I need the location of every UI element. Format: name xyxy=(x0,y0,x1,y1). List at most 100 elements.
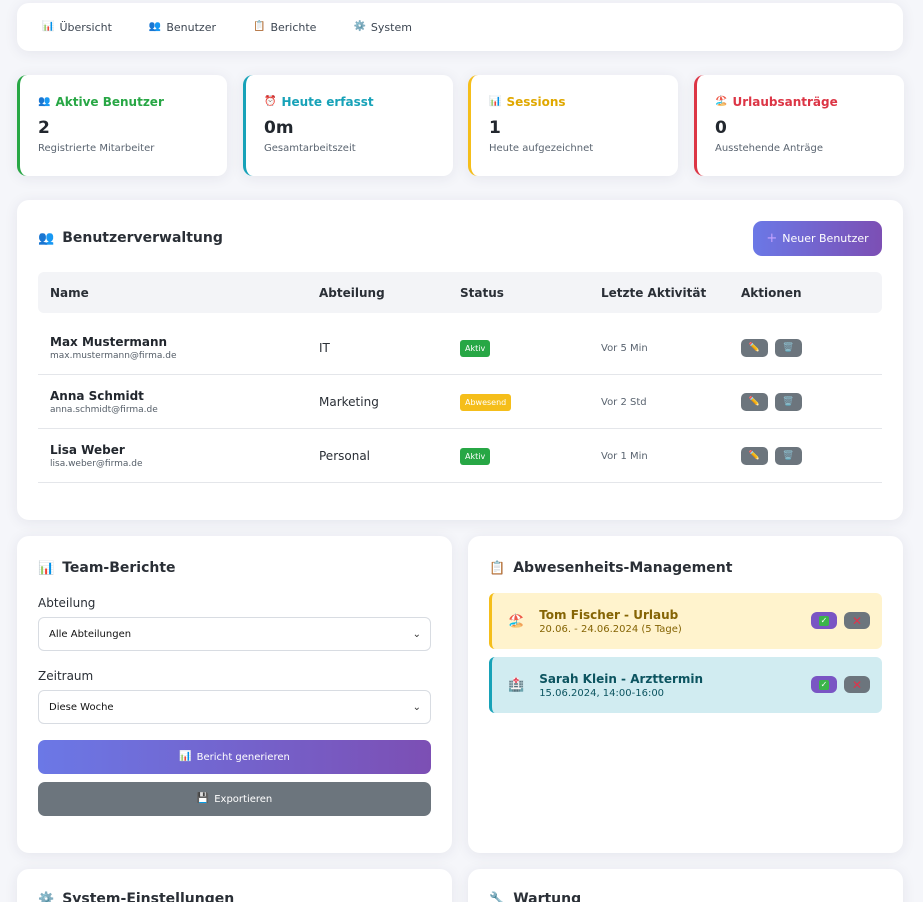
stat-card-vacation: 🏖️ Urlaubsanträge 0 Ausstehende Anträge xyxy=(694,75,904,176)
clipboard-icon: 📋 xyxy=(489,560,506,576)
reject-button[interactable]: ✕ xyxy=(844,612,870,629)
export-button[interactable]: 💾 Exportieren xyxy=(38,782,431,816)
user-email: max.mustermann@firma.de xyxy=(50,351,177,361)
user-email: lisa.weber@firma.de xyxy=(50,459,143,469)
stat-title: Urlaubsanträge xyxy=(732,95,838,109)
absence-item: 🏥 Sarah Klein - Arzttermin 15.06.2024, 1… xyxy=(489,657,882,713)
nav-item-system[interactable]: ⚙️ System xyxy=(353,21,411,34)
delete-button[interactable]: 🗑️ xyxy=(775,339,802,357)
last-activity: Vor 1 Min xyxy=(601,450,648,462)
absence-management-card: 📋 Abwesenheits-Management 🏖️ Tom Fischer … xyxy=(468,536,903,853)
user-department: Marketing xyxy=(319,395,379,409)
absence-item: 🏖️ Tom Fischer - Urlaub 20.06. - 24.06.2… xyxy=(489,593,882,649)
trash-icon: 🗑️ xyxy=(782,343,795,353)
column-header-actions: Aktionen xyxy=(741,285,802,300)
stat-title: Aktive Benutzer xyxy=(55,95,164,109)
pencil-icon: ✏️ xyxy=(748,343,761,353)
stat-value: 1 xyxy=(489,118,501,138)
check-icon: ✓ xyxy=(819,615,829,626)
user-cell: Anna Schmidt anna.schmidt@firma.de xyxy=(50,375,158,429)
beach-icon: 🏖️ xyxy=(508,613,525,629)
column-header-department: Abteilung xyxy=(319,285,385,300)
period-select[interactable]: Diese Woche ⌄ xyxy=(38,690,431,724)
user-department: IT xyxy=(319,341,330,355)
approve-button[interactable]: ✓ xyxy=(811,612,837,629)
reject-button[interactable]: ✕ xyxy=(844,676,870,693)
floppy-disk-icon: 💾 xyxy=(196,793,210,804)
approve-button[interactable]: ✓ xyxy=(811,676,837,693)
status-badge: Aktiv xyxy=(460,447,491,465)
bar-chart-icon: 📊 xyxy=(38,560,55,576)
stat-desc: Registrierte Mitarbeiter xyxy=(38,143,155,154)
wrench-icon: 🔧 xyxy=(489,891,506,902)
gear-icon: ⚙️ xyxy=(38,891,55,902)
stat-desc: Heute aufgezeichnet xyxy=(489,143,594,154)
stat-value: 0m xyxy=(264,118,294,138)
edit-button[interactable]: ✏️ xyxy=(741,339,768,357)
trash-icon: 🗑️ xyxy=(782,397,795,407)
user-email: anna.schmidt@firma.de xyxy=(50,405,158,415)
plus-icon: + xyxy=(766,231,778,246)
delete-button[interactable]: 🗑️ xyxy=(775,447,802,465)
period-select-value: Diese Woche xyxy=(49,701,114,713)
section-title: Team-Berichte xyxy=(62,560,176,576)
stat-desc: Gesamtarbeitszeit xyxy=(264,143,356,154)
absence-title: Tom Fischer - Urlaub xyxy=(539,607,679,622)
pencil-icon: ✏️ xyxy=(748,397,761,407)
delete-button[interactable]: 🗑️ xyxy=(775,393,802,411)
table-row: Lisa Weber lisa.weber@firma.de Personal … xyxy=(38,429,882,483)
alarm-clock-icon: ⏰ xyxy=(264,96,277,107)
stat-value: 2 xyxy=(38,118,50,138)
close-icon: ✕ xyxy=(851,613,863,628)
users-icon: 👥 xyxy=(38,96,51,107)
column-header-status: Status xyxy=(460,285,504,300)
close-icon: ✕ xyxy=(851,677,863,692)
stat-title: Heute erfasst xyxy=(281,95,374,109)
section-title: System-Einstellungen xyxy=(62,891,235,902)
department-label: Abteilung xyxy=(38,596,96,610)
absence-title: Sarah Klein - Arzttermin xyxy=(539,671,704,686)
bar-chart-icon: 📊 xyxy=(179,751,192,762)
section-title: Wartung xyxy=(513,891,582,902)
maintenance-card: 🔧 Wartung xyxy=(468,869,903,902)
users-icon: 👥 xyxy=(38,230,55,246)
column-header-last-activity: Letzte Aktivität xyxy=(601,285,707,300)
users-icon: 👥 xyxy=(148,21,162,32)
stat-card-sessions: 📊 Sessions 1 Heute aufgezeichnet xyxy=(468,75,678,176)
system-settings-card: ⚙️ System-Einstellungen xyxy=(17,869,452,902)
column-header-name: Name xyxy=(50,285,89,300)
chevron-down-icon: ⌄ xyxy=(412,628,421,640)
nav-item-uebersicht[interactable]: 📊 Übersicht xyxy=(42,21,112,34)
absence-dates: 15.06.2024, 14:00-16:00 xyxy=(539,687,665,699)
edit-button[interactable]: ✏️ xyxy=(741,447,768,465)
stat-card-today: ⏰ Heute erfasst 0m Gesamtarbeitszeit xyxy=(243,75,453,176)
absence-dates: 20.06. - 24.06.2024 (5 Tage) xyxy=(539,623,682,635)
table-row: Max Mustermann max.mustermann@firma.de I… xyxy=(38,321,882,375)
user-name: Max Mustermann xyxy=(50,335,168,349)
stat-title: Sessions xyxy=(506,95,566,109)
user-management-card: 👥 Benutzerverwaltung + Neuer Benutzer Name… xyxy=(17,200,903,520)
status-badge: Aktiv xyxy=(460,339,491,357)
nav-item-benutzer[interactable]: 👥 Benutzer xyxy=(149,21,216,34)
table-header: Name Abteilung Status Letzte Aktivität A… xyxy=(38,272,882,313)
user-name: Lisa Weber xyxy=(50,443,125,457)
stat-card-active-users: 👥 Aktive Benutzer 2 Registrierte Mitarbei… xyxy=(17,75,227,176)
department-select-value: Alle Abteilungen xyxy=(49,628,132,640)
stat-desc: Ausstehende Anträge xyxy=(715,143,824,154)
pencil-icon: ✏️ xyxy=(748,451,761,461)
last-activity: Vor 5 Min xyxy=(601,342,648,354)
generate-report-button[interactable]: 📊 Bericht generieren xyxy=(38,740,431,774)
bar-chart-icon: 📊 xyxy=(489,96,502,107)
nav-item-berichte[interactable]: 📋 Berichte xyxy=(253,21,316,34)
user-name: Anna Schmidt xyxy=(50,389,144,403)
edit-button[interactable]: ✏️ xyxy=(741,393,768,411)
department-select[interactable]: Alle Abteilungen ⌄ xyxy=(38,617,431,651)
section-title: Abwesenheits-Management xyxy=(513,560,733,576)
trash-icon: 🗑️ xyxy=(782,451,795,461)
section-title: Benutzerverwaltung xyxy=(62,230,223,246)
user-cell: Lisa Weber lisa.weber@firma.de xyxy=(50,429,143,483)
new-user-button[interactable]: + Neuer Benutzer xyxy=(753,221,882,256)
user-cell: Max Mustermann max.mustermann@firma.de xyxy=(50,321,177,375)
gear-icon: ⚙️ xyxy=(353,21,366,32)
beach-icon: 🏖️ xyxy=(715,96,728,107)
